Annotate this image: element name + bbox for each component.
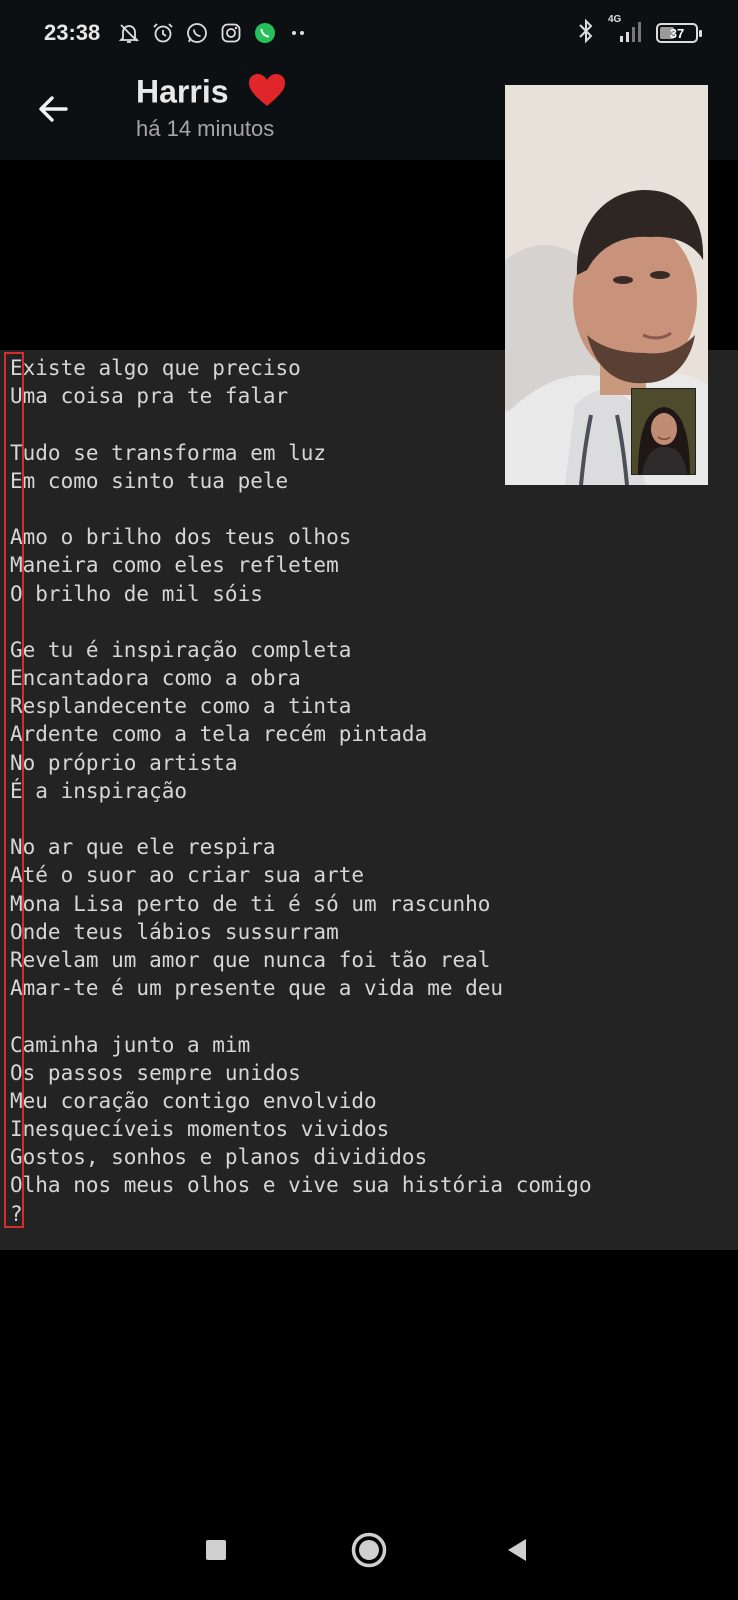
poem-line: Os passos sempre unidos	[10, 1060, 301, 1085]
poem-line: Mona Lisa perto de ti é só um rascunho	[10, 891, 491, 916]
poem-line: Até o suor ao criar sua arte	[10, 863, 365, 888]
poem-blank-line	[10, 805, 592, 833]
poem-line: Meu coração contigo envolvido	[10, 1088, 377, 1113]
battery-level: 37	[669, 25, 685, 41]
poem-line: ?	[10, 1201, 23, 1226]
poem-line: Inesquecíveis momentos vividos	[10, 1117, 390, 1142]
poem-line: Ardente como a tela recém pintada	[10, 722, 428, 747]
status-time: 23:38	[44, 20, 101, 45]
signal-icon: 4G	[608, 14, 644, 49]
alarm-icon	[150, 20, 176, 46]
status-bar: 23:38 4G 37	[0, 0, 738, 68]
bluetooth-icon	[576, 18, 596, 49]
contact-name[interactable]: Harris	[136, 72, 287, 116]
back-nav-button[interactable]	[490, 1522, 546, 1578]
navigation-bar	[0, 1500, 738, 1600]
system-icons: 4G 37	[576, 14, 702, 49]
whatsapp-business-icon	[252, 20, 278, 46]
poem-line: No ar que ele respira	[10, 835, 276, 860]
notification-icons	[116, 20, 312, 46]
first-letter-highlight-box	[4, 352, 24, 1228]
poem-line: No próprio artista	[10, 750, 238, 775]
poem-line: Revelam um amor que nunca foi tão real	[10, 947, 491, 972]
home-button[interactable]	[341, 1522, 397, 1578]
poem-blank-line	[10, 1002, 592, 1030]
poem-blank-line	[10, 608, 592, 636]
bell-muted-icon	[116, 20, 142, 46]
poem-line: Onde teus lábios sussurram	[10, 919, 339, 944]
poem-line: Ge tu é inspiração completa	[10, 637, 352, 662]
contact-name-text: Harris	[136, 73, 229, 110]
poem-line: Maneira como eles refletem	[10, 553, 339, 578]
poem-line: Resplandecente como a tinta	[10, 694, 352, 719]
whatsapp-icon	[184, 20, 210, 46]
back-arrow-icon	[39, 96, 68, 122]
more-dots-icon	[286, 20, 312, 46]
poem-line: Olha nos meus olhos e vive sua história …	[10, 1173, 592, 1198]
poem-line: Caminha junto a mim	[10, 1032, 251, 1057]
recents-button[interactable]	[188, 1522, 244, 1578]
poem-line: Encantadora como a obra	[10, 666, 301, 691]
poem-text: Existe algo que preciso Uma coisa pra te …	[10, 354, 592, 1228]
self-video-illustration	[632, 389, 695, 474]
network-type-label: 4G	[608, 13, 622, 25]
poem-line: Amar-te é um presente que a vida me deu	[10, 976, 504, 1001]
recents-square-icon	[206, 1540, 226, 1560]
poem-line: Gostos, sonhos e planos divididos	[10, 1145, 428, 1170]
instagram-icon	[218, 20, 244, 46]
poem-blank-line	[10, 495, 592, 523]
poem-image[interactable]: Existe algo que preciso Uma coisa pra te …	[0, 350, 738, 1250]
last-seen-status: há 14 minutos	[136, 116, 275, 141]
poem-line: É a inspiração	[10, 778, 188, 803]
poem-line: O brilho de mil sóis	[10, 581, 263, 606]
self-video-feed[interactable]	[631, 388, 696, 475]
battery-icon: 37	[656, 23, 702, 43]
poem-line: Amo o brilho dos teus olhos	[10, 525, 352, 550]
heart-icon	[247, 72, 287, 116]
home-circle-icon	[351, 1532, 387, 1568]
back-triangle-icon	[508, 1539, 526, 1561]
back-button[interactable]	[30, 86, 76, 132]
